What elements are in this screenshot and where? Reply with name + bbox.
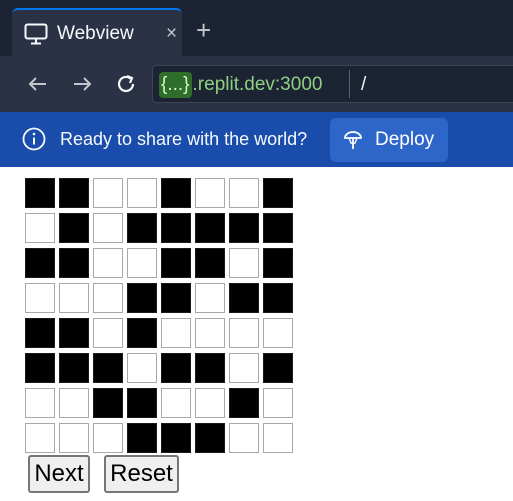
grid-cell-r6-c6[interactable] bbox=[229, 388, 259, 418]
grid-cell-r1-c2[interactable] bbox=[93, 213, 123, 243]
grid-cell-r1-c7[interactable] bbox=[263, 213, 293, 243]
grid-cell-r3-c6[interactable] bbox=[229, 283, 259, 313]
grid-cell-r3-c3[interactable] bbox=[127, 283, 157, 313]
grid-cell-r7-c0[interactable] bbox=[25, 423, 55, 453]
arrow-right-icon[interactable] bbox=[70, 72, 94, 96]
grid-cell-r0-c3[interactable] bbox=[127, 178, 157, 208]
tab-webview[interactable]: Webview × bbox=[12, 8, 182, 56]
grid-cell-r1-c5[interactable] bbox=[195, 213, 225, 243]
deploy-button-label: Deploy bbox=[375, 129, 435, 150]
url-path[interactable]: / bbox=[361, 72, 366, 98]
grid-cell-r0-c2[interactable] bbox=[93, 178, 123, 208]
grid-cell-r2-c6[interactable] bbox=[229, 248, 259, 278]
grid-cell-r5-c1[interactable] bbox=[59, 353, 89, 383]
grid-cell-r0-c7[interactable] bbox=[263, 178, 293, 208]
grid-cell-r1-c4[interactable] bbox=[161, 213, 191, 243]
grid-cell-r5-c7[interactable] bbox=[263, 353, 293, 383]
grid-cell-r5-c4[interactable] bbox=[161, 353, 191, 383]
info-icon bbox=[22, 127, 46, 151]
grid-cell-r6-c7[interactable] bbox=[263, 388, 293, 418]
grid-cell-r2-c2[interactable] bbox=[93, 248, 123, 278]
grid-cell-r6-c0[interactable] bbox=[25, 388, 55, 418]
grid-cell-r1-c0[interactable] bbox=[25, 213, 55, 243]
grid-cell-r4-c0[interactable] bbox=[25, 318, 55, 348]
grid-cell-r6-c4[interactable] bbox=[161, 388, 191, 418]
reset-button[interactable]: Reset bbox=[104, 455, 179, 493]
url-host-domain: .replit.dev:3000 bbox=[192, 74, 323, 95]
deploy-banner: Ready to share with the world? Deploy bbox=[0, 112, 513, 167]
arrow-left-icon[interactable] bbox=[26, 72, 50, 96]
new-tab-button[interactable]: + bbox=[196, 17, 211, 43]
grid-cell-r4-c5[interactable] bbox=[195, 318, 225, 348]
grid-cell-r7-c6[interactable] bbox=[229, 423, 259, 453]
grid-cell-r3-c5[interactable] bbox=[195, 283, 225, 313]
grid-cell-r0-c0[interactable] bbox=[25, 178, 55, 208]
grid-cell-r3-c0[interactable] bbox=[25, 283, 55, 313]
grid-cell-r6-c5[interactable] bbox=[195, 388, 225, 418]
grid-cell-r2-c7[interactable] bbox=[263, 248, 293, 278]
url-host: {...} .replit.dev:3000 bbox=[159, 72, 322, 98]
grid-cell-r7-c3[interactable] bbox=[127, 423, 157, 453]
grid-cell-r4-c1[interactable] bbox=[59, 318, 89, 348]
monitor-icon bbox=[24, 23, 48, 45]
grid-cell-r5-c5[interactable] bbox=[195, 353, 225, 383]
deploy-icon bbox=[344, 131, 362, 149]
grid-cell-r5-c0[interactable] bbox=[25, 353, 55, 383]
grid-cell-r3-c1[interactable] bbox=[59, 283, 89, 313]
grid-cell-r3-c7[interactable] bbox=[263, 283, 293, 313]
banner-message: Ready to share with the world? bbox=[60, 129, 308, 149]
grid-cell-r4-c7[interactable] bbox=[263, 318, 293, 348]
grid-cell-r2-c3[interactable] bbox=[127, 248, 157, 278]
grid-cell-r3-c2[interactable] bbox=[93, 283, 123, 313]
grid-cell-r0-c6[interactable] bbox=[229, 178, 259, 208]
grid-cell-r5-c6[interactable] bbox=[229, 353, 259, 383]
address-bar: {...} .replit.dev:3000 / bbox=[0, 56, 513, 112]
next-button[interactable]: Next bbox=[28, 455, 90, 493]
grid-cell-r6-c1[interactable] bbox=[59, 388, 89, 418]
grid-cell-r2-c4[interactable] bbox=[161, 248, 191, 278]
cell-grid bbox=[25, 178, 293, 453]
grid-cell-r6-c3[interactable] bbox=[127, 388, 157, 418]
grid-cell-r4-c3[interactable] bbox=[127, 318, 157, 348]
grid-cell-r2-c0[interactable] bbox=[25, 248, 55, 278]
grid-cell-r0-c4[interactable] bbox=[161, 178, 191, 208]
grid-cell-r1-c1[interactable] bbox=[59, 213, 89, 243]
close-icon[interactable]: × bbox=[166, 24, 177, 43]
grid-cell-r1-c6[interactable] bbox=[229, 213, 259, 243]
reload-icon[interactable] bbox=[114, 72, 138, 96]
grid-cell-r2-c1[interactable] bbox=[59, 248, 89, 278]
grid-cell-r1-c3[interactable] bbox=[127, 213, 157, 243]
grid-cell-r7-c4[interactable] bbox=[161, 423, 191, 453]
grid-cell-r4-c6[interactable] bbox=[229, 318, 259, 348]
deploy-button[interactable]: Deploy bbox=[330, 118, 448, 162]
url-host-chip: {...} bbox=[159, 72, 192, 98]
url-field[interactable]: {...} .replit.dev:3000 / bbox=[152, 65, 513, 103]
grid-cell-r2-c5[interactable] bbox=[195, 248, 225, 278]
grid-cell-r7-c2[interactable] bbox=[93, 423, 123, 453]
tab-title: Webview bbox=[57, 23, 134, 44]
grid-cell-r3-c4[interactable] bbox=[161, 283, 191, 313]
tab-bar: Webview × + bbox=[0, 0, 513, 56]
grid-cell-r0-c1[interactable] bbox=[59, 178, 89, 208]
grid-cell-r4-c2[interactable] bbox=[93, 318, 123, 348]
grid-cell-r7-c1[interactable] bbox=[59, 423, 89, 453]
grid-cell-r7-c7[interactable] bbox=[263, 423, 293, 453]
grid-cell-r6-c2[interactable] bbox=[93, 388, 123, 418]
grid-cell-r5-c2[interactable] bbox=[93, 353, 123, 383]
grid-cell-r0-c5[interactable] bbox=[195, 178, 225, 208]
grid-cell-r5-c3[interactable] bbox=[127, 353, 157, 383]
grid-cell-r4-c4[interactable] bbox=[161, 318, 191, 348]
grid-cell-r7-c5[interactable] bbox=[195, 423, 225, 453]
url-divider bbox=[349, 70, 350, 98]
